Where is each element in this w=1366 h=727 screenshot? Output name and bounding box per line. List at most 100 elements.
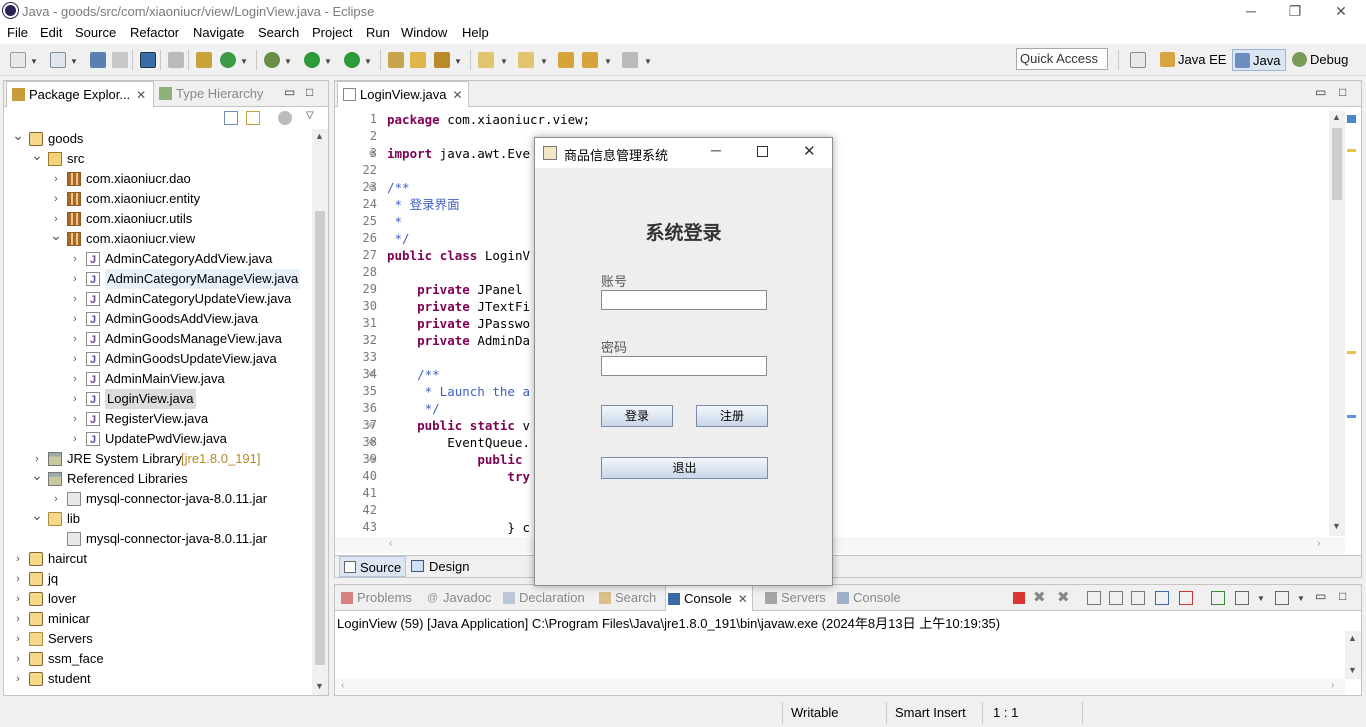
- open-console-icon[interactable]: [1275, 591, 1289, 605]
- collapsed-arrow-icon[interactable]: ›: [12, 649, 24, 669]
- filter-icon[interactable]: [278, 111, 292, 125]
- collapsed-arrow-icon[interactable]: ›: [69, 249, 81, 269]
- menu-help[interactable]: Help: [462, 25, 489, 40]
- tab-declaration[interactable]: Declaration: [501, 585, 585, 611]
- dialog-minimize-button[interactable]: ─: [711, 142, 721, 158]
- collapsed-arrow-icon[interactable]: ›: [69, 289, 81, 309]
- new-package-icon[interactable]: [50, 52, 66, 68]
- new-icon[interactable]: [10, 52, 26, 68]
- run-icon[interactable]: [304, 52, 320, 68]
- pin-console-icon[interactable]: [1211, 591, 1225, 605]
- save-icon[interactable]: [90, 52, 106, 68]
- menu-edit[interactable]: Edit: [40, 25, 62, 40]
- fold-toggle-icon[interactable]: ⊖: [363, 434, 375, 451]
- menu-project[interactable]: Project: [312, 25, 352, 40]
- tab-source[interactable]: Source: [339, 556, 407, 577]
- annotation-icon[interactable]: [434, 52, 450, 68]
- tab-type-hierarchy[interactable]: Type Hierarchy: [154, 81, 263, 107]
- open-folder-icon[interactable]: [410, 52, 426, 68]
- password-input[interactable]: [601, 356, 767, 376]
- minimize-console-icon[interactable]: ▭: [1315, 589, 1326, 603]
- exit-button[interactable]: 退出: [601, 457, 768, 479]
- tab-search[interactable]: Search: [597, 585, 656, 611]
- tab-package-explorer[interactable]: Package Explor... ✕: [6, 81, 154, 107]
- maximize-editor-icon[interactable]: □: [1339, 85, 1346, 99]
- dialog-close-button[interactable]: ✕: [803, 142, 816, 160]
- collapsed-arrow-icon[interactable]: ›: [69, 349, 81, 369]
- restore-button[interactable]: ❐: [1272, 0, 1318, 23]
- collapsed-arrow-icon[interactable]: ›: [50, 169, 62, 189]
- collapsed-arrow-icon[interactable]: ›: [12, 629, 24, 649]
- expanded-arrow-icon[interactable]: ⌄: [31, 505, 43, 525]
- fold-toggle-icon[interactable]: ⊖: [363, 451, 375, 468]
- collapse-all-icon[interactable]: [224, 111, 238, 125]
- menu-window[interactable]: Window: [401, 25, 447, 40]
- tab-javadoc[interactable]: @ Javadoc: [425, 585, 491, 611]
- minimize-button[interactable]: ─: [1228, 0, 1274, 23]
- remove-launch-icon[interactable]: ✖: [1033, 588, 1046, 606]
- collapsed-arrow-icon[interactable]: ›: [69, 429, 81, 449]
- display-console-icon[interactable]: [1235, 591, 1249, 605]
- tab-console-active[interactable]: Console ✕: [665, 585, 753, 611]
- view-menu-icon[interactable]: ▽: [306, 110, 314, 121]
- tab-design[interactable]: Design: [407, 556, 469, 577]
- fold-toggle-icon[interactable]: ⊖: [363, 179, 375, 196]
- account-input[interactable]: [601, 290, 767, 310]
- fold-toggle-icon[interactable]: ⊕: [363, 145, 375, 162]
- forward-icon[interactable]: [622, 52, 638, 68]
- link-editor-icon[interactable]: [246, 111, 260, 125]
- back-icon[interactable]: [582, 52, 598, 68]
- collapsed-arrow-icon[interactable]: ›: [69, 309, 81, 329]
- show-stderr-icon[interactable]: [1179, 591, 1193, 605]
- minimize-editor-icon[interactable]: ▭: [1315, 85, 1326, 99]
- refresh-icon[interactable]: [220, 52, 236, 68]
- login-button[interactable]: 登录: [601, 405, 673, 427]
- tab-servers[interactable]: Servers: [763, 585, 826, 611]
- remove-all-icon[interactable]: ✖: [1057, 588, 1070, 606]
- menu-run[interactable]: Run: [366, 25, 390, 40]
- minimize-view-icon[interactable]: ▭: [284, 85, 295, 99]
- maximize-view-icon[interactable]: □: [306, 85, 313, 99]
- show-stdout-icon[interactable]: [1155, 591, 1169, 605]
- collapsed-arrow-icon[interactable]: ›: [69, 409, 81, 429]
- register-button[interactable]: 注册: [696, 405, 768, 427]
- close-window-button[interactable]: ✕: [1318, 0, 1364, 23]
- perspective-java-ee[interactable]: Java EE: [1158, 49, 1226, 71]
- perspective-java[interactable]: Java: [1232, 49, 1286, 71]
- next-annotation-icon[interactable]: [478, 52, 494, 68]
- collapsed-arrow-icon[interactable]: ›: [69, 329, 81, 349]
- collapsed-arrow-icon[interactable]: ›: [69, 389, 81, 409]
- collapsed-arrow-icon[interactable]: ›: [50, 189, 62, 209]
- console-hscrollbar[interactable]: ‹ ›: [335, 679, 1345, 695]
- expanded-arrow-icon[interactable]: ⌄: [31, 465, 43, 485]
- terminate-icon[interactable]: [1013, 592, 1025, 604]
- collapsed-arrow-icon[interactable]: ›: [12, 549, 24, 569]
- menu-source[interactable]: Source: [75, 25, 116, 40]
- fold-toggle-icon[interactable]: ⊖: [363, 417, 375, 434]
- build-icon[interactable]: [196, 52, 212, 68]
- skip-breakpoints-icon[interactable]: [168, 52, 184, 68]
- editor-hscrollbar[interactable]: ‹ ›: [335, 537, 1345, 553]
- open-type-icon[interactable]: [388, 52, 404, 68]
- quick-access-input[interactable]: Quick Access: [1016, 48, 1108, 70]
- expanded-arrow-icon[interactable]: ⌄: [12, 129, 24, 145]
- maximize-console-icon[interactable]: □: [1339, 589, 1346, 603]
- clear-console-icon[interactable]: [1087, 591, 1101, 605]
- menu-navigate[interactable]: Navigate: [193, 25, 244, 40]
- last-edit-icon[interactable]: [558, 52, 574, 68]
- close-console-tab-icon[interactable]: ✕: [738, 592, 748, 606]
- tab-console-2[interactable]: Console: [835, 585, 901, 611]
- save-all-icon[interactable]: [112, 52, 128, 68]
- run-external-icon[interactable]: [344, 52, 360, 68]
- explorer-scrollbar[interactable]: ▲ ▼: [312, 129, 328, 695]
- menu-file[interactable]: File: [7, 25, 28, 40]
- collapsed-arrow-icon[interactable]: ›: [50, 489, 62, 509]
- collapsed-arrow-icon[interactable]: ›: [69, 369, 81, 389]
- expanded-arrow-icon[interactable]: ⌄: [31, 145, 43, 165]
- expanded-arrow-icon[interactable]: ⌄: [50, 225, 62, 245]
- tab-problems[interactable]: Problems: [339, 585, 412, 611]
- collapsed-arrow-icon[interactable]: ›: [12, 609, 24, 629]
- editor-scrollbar[interactable]: ▲ ▼: [1329, 111, 1345, 536]
- open-perspective-icon[interactable]: [1130, 52, 1146, 68]
- terminal-icon[interactable]: [140, 52, 156, 68]
